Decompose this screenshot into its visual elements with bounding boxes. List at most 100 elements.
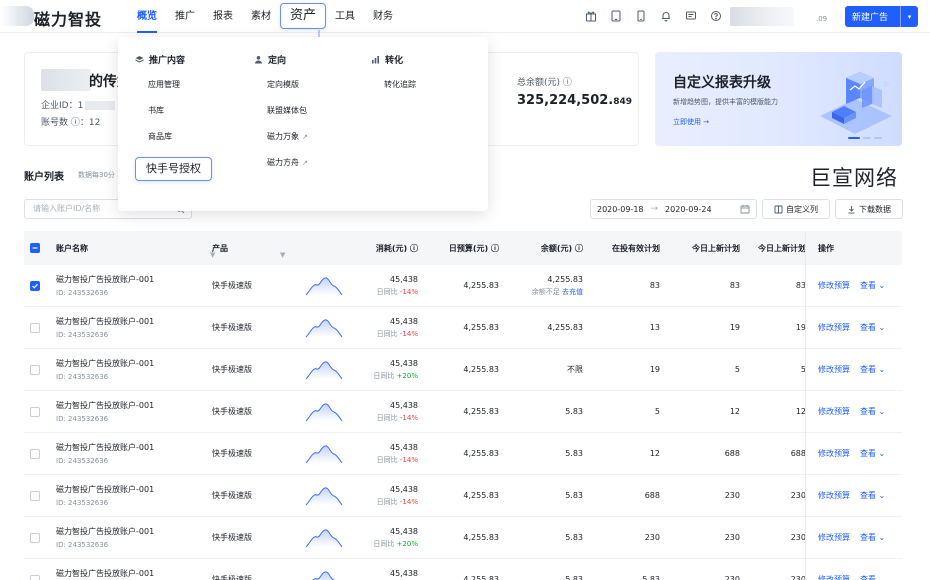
bell-icon[interactable] [653, 8, 678, 24]
date-start[interactable]: 2020-09-18 [597, 205, 644, 214]
header-balance[interactable]: 余额(元) ⓘ [499, 243, 583, 254]
nav-item-6[interactable]: 财务 [364, 0, 402, 33]
nav-item-1[interactable]: 推广 [166, 0, 204, 33]
banner-dot[interactable] [874, 137, 882, 139]
recharge-link[interactable]: 去充值 [562, 288, 583, 296]
account-name-link[interactable]: 磁力智投广告投放账户-001 [56, 484, 198, 495]
edit-budget-link[interactable]: 修改预算 [818, 533, 850, 542]
header-budget[interactable]: 日预算(元) ⓘ [418, 243, 499, 254]
banner-dot[interactable] [863, 137, 871, 139]
row-checkbox-cell[interactable] [24, 406, 46, 417]
dropdown-item[interactable]: 转化追踪 [371, 79, 416, 90]
edit-budget-link[interactable]: 修改预算 [818, 365, 850, 374]
row-checkbox[interactable] [30, 280, 40, 291]
table-row[interactable]: 磁力智投广告投放账户-001ID: 243532636快手极速版45,438日同… [24, 517, 902, 559]
table-row[interactable]: 磁力智投广告投放账户-001ID: 243532636快手极速版45,438日同… [24, 349, 902, 391]
banner-dot-active[interactable] [848, 137, 860, 139]
header-checkbox-cell[interactable] [24, 243, 46, 253]
view-dropdown[interactable]: 查看 ⌄ [860, 323, 885, 332]
row-checkbox-cell[interactable] [24, 532, 46, 543]
date-range-picker[interactable]: 2020-09-18 → 2020-09-24 [590, 199, 757, 219]
dropdown-item[interactable]: 书库 [135, 105, 212, 116]
account-id: ID: 243532636 [56, 331, 109, 339]
chevron-down-icon[interactable]: ▾ [901, 13, 918, 21]
download-data-button[interactable]: 下载数据 [835, 199, 903, 219]
nav-item-2[interactable]: 报表 [204, 0, 242, 33]
account-name-link[interactable]: 磁力智投广告投放账户-001 [56, 442, 198, 453]
dropdown-item[interactable]: 商品库 [135, 131, 212, 142]
row-checkbox[interactable] [30, 448, 40, 459]
edit-budget-link[interactable]: 修改预算 [818, 491, 850, 500]
help-icon[interactable] [703, 8, 728, 24]
nav-item-0[interactable]: 概览 [128, 0, 166, 33]
edit-budget-link[interactable]: 修改预算 [818, 281, 850, 290]
view-dropdown[interactable]: 查看 ⌄ [860, 533, 885, 542]
dropdown-item-highlighted[interactable]: 快手号授权 [135, 157, 212, 181]
dropdown-item[interactable]: 应用管理 [135, 79, 212, 90]
row-checkbox[interactable] [30, 364, 40, 375]
account-name-link[interactable]: 磁力智投广告投放账户-001 [56, 358, 198, 369]
select-all-checkbox[interactable] [30, 243, 40, 253]
nav-item-3[interactable]: 素材 [242, 0, 280, 33]
edit-budget-link[interactable]: 修改预算 [818, 323, 850, 332]
header-spend[interactable]: 消耗(元) ⓘ [354, 243, 418, 254]
row-checkbox-cell[interactable] [24, 280, 46, 291]
view-dropdown[interactable]: 查看 ⌄ [860, 281, 885, 290]
row-checkbox[interactable] [30, 532, 40, 543]
view-dropdown[interactable]: 查看 ⌄ [860, 407, 885, 416]
account-avatar[interactable] [730, 7, 794, 26]
dropdown-item[interactable]: 联盟媒体包 [254, 105, 308, 116]
account-name-link[interactable]: 磁力智投广告投放账户-001 [56, 400, 198, 411]
brand-logo[interactable]: 磁力智投 [34, 6, 102, 30]
row-checkbox-cell[interactable] [24, 448, 46, 459]
table-row[interactable]: 磁力智投广告投放账户-001ID: 243532636快手极速版45,438日同… [24, 307, 902, 349]
message-icon[interactable] [678, 8, 703, 24]
change-value: -14% [399, 287, 418, 296]
view-dropdown[interactable]: 查看 ⌄ [860, 491, 885, 500]
calendar-icon[interactable] [740, 204, 750, 214]
row-checkbox-cell[interactable] [24, 490, 46, 501]
table-row[interactable]: 磁力智投广告投放账户-001ID: 243532636快手极速版45,438日同… [24, 265, 902, 307]
date-end[interactable]: 2020-09-24 [665, 205, 712, 214]
account-name-link[interactable]: 磁力智投广告投放账户-001 [56, 526, 198, 537]
phone-icon[interactable] [628, 8, 653, 24]
row-checkbox[interactable] [30, 406, 40, 417]
new-ad-button[interactable]: 新建广告 ▾ [845, 6, 918, 27]
view-dropdown[interactable]: 查看 ⌄ [860, 365, 885, 374]
header-new-plans-today-2[interactable]: 今日上新计划 [740, 243, 806, 254]
account-name-link[interactable]: 磁力智投广告投放账户-001 [56, 568, 198, 579]
row-checkbox[interactable] [30, 490, 40, 501]
account-name-link[interactable]: 磁力智投广告投放账户-001 [56, 274, 198, 285]
nav-item-4[interactable]: 资产 [280, 3, 327, 29]
edit-budget-link[interactable]: 修改预算 [818, 449, 850, 458]
banner-pagination[interactable] [848, 137, 882, 139]
row-checkbox-cell[interactable] [24, 322, 46, 333]
account-name-link[interactable]: 磁力智投广告投放账户-001 [56, 316, 198, 327]
dropdown-item[interactable]: 定向模版 [254, 79, 308, 90]
row-checkbox-cell[interactable] [24, 574, 46, 580]
view-dropdown[interactable]: 查看 ⌄ [860, 449, 885, 458]
edit-budget-link[interactable]: 修改预算 [818, 575, 850, 580]
promo-banner[interactable]: 自定义报表升级 新增趋势图，提供丰富的模版能力 立即使用 → [655, 52, 902, 146]
table-row[interactable]: 磁力智投广告投放账户-001ID: 243532636快手极速版45,438日同… [24, 559, 902, 580]
nav-item-5[interactable]: 工具 [326, 0, 364, 33]
table-row[interactable]: 磁力智投广告投放账户-001ID: 243532636快手极速版45,438日同… [24, 433, 902, 475]
header-effective-plans[interactable]: 在投有效计划 [583, 243, 660, 254]
edit-budget-link[interactable]: 修改预算 [818, 407, 850, 416]
custom-columns-button[interactable]: 自定义列 [762, 199, 830, 219]
header-new-plans-today[interactable]: 今日上新计划 [660, 243, 740, 254]
filter-icon[interactable]: ▼ [280, 251, 285, 259]
row-checkbox[interactable] [30, 574, 40, 580]
new-ad-label[interactable]: 新建广告 [845, 10, 900, 23]
table-row[interactable]: 磁力智投广告投放账户-001ID: 243532636快手极速版45,438日同… [24, 391, 902, 433]
tablet-icon[interactable] [603, 8, 628, 24]
spend-cell: 45,438 日同比 -14% [354, 317, 418, 339]
gift-icon[interactable] [578, 8, 603, 24]
banner-link[interactable]: 立即使用 → [673, 117, 709, 127]
view-dropdown[interactable]: 查看 ⌄ [860, 575, 885, 580]
row-checkbox-cell[interactable] [24, 364, 46, 375]
dropdown-item[interactable]: 磁力方舟 ↗ [254, 157, 308, 168]
dropdown-item[interactable]: 磁力万象 ↗ [254, 131, 308, 142]
row-checkbox[interactable] [30, 322, 40, 333]
table-row[interactable]: 磁力智投广告投放账户-001ID: 243532636快手极速版45,438日同… [24, 475, 902, 517]
